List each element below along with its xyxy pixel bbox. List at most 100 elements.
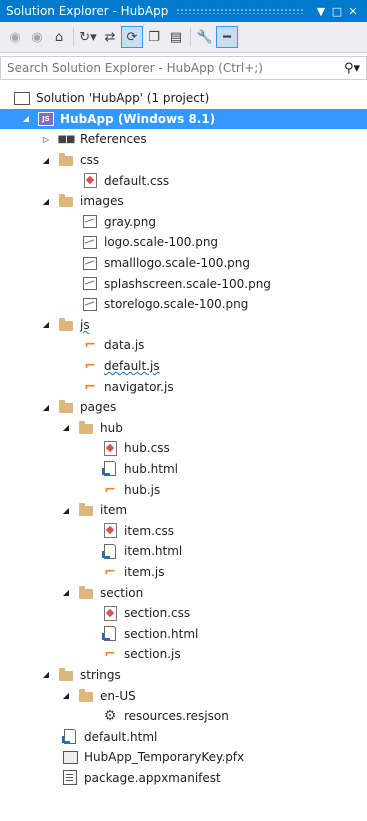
css-file-icon (102, 605, 118, 621)
tree-item-file[interactable]: hub.css (0, 438, 367, 459)
tree-item-file[interactable]: default.css (0, 170, 367, 191)
expanded-icon[interactable]: ◢ (20, 113, 32, 125)
tree-item-file[interactable]: ⚙ resources.resjson (0, 706, 367, 727)
html-file-icon (102, 461, 118, 477)
toolbar-separator (73, 28, 74, 46)
toolbar-separator (190, 28, 191, 46)
folder-icon (78, 502, 94, 518)
js-project-icon: JS (38, 111, 54, 127)
tree-item-file[interactable]: default.html (0, 726, 367, 747)
collapse-icon[interactable]: ❐ (143, 26, 165, 48)
forward-icon[interactable]: ◉ (26, 26, 48, 48)
preview-icon[interactable]: ━ (216, 26, 238, 48)
image-file-icon (82, 234, 98, 250)
pin-dropdown-icon[interactable]: ▼ (313, 5, 329, 18)
image-file-icon (82, 296, 98, 312)
tree-item-file[interactable]: hub.html (0, 459, 367, 480)
tree-item-file[interactable]: smalllogo.scale-100.png (0, 253, 367, 274)
folder-icon (78, 585, 94, 601)
close-icon[interactable]: ✕ (345, 5, 361, 18)
css-file-icon (82, 173, 98, 189)
home-icon[interactable]: ⌂ (48, 26, 70, 48)
html-file-icon (102, 626, 118, 642)
refresh-icon[interactable]: ⟳ (121, 26, 143, 48)
js-file-icon: ⌐ (104, 646, 116, 663)
expanded-icon[interactable]: ◢ (40, 319, 52, 331)
tree-item-project[interactable]: ◢ JS HubApp (Windows 8.1) (0, 108, 367, 130)
tree-item-folder-pages[interactable]: ◢ pages (0, 397, 367, 418)
expanded-icon[interactable]: ◢ (40, 195, 52, 207)
references-icon: ■■ (57, 133, 76, 145)
solution-icon (14, 90, 30, 106)
tree-item-file[interactable]: ⌐ navigator.js (0, 376, 367, 397)
folder-icon (58, 193, 74, 209)
search-icon[interactable]: ⚲▾ (344, 61, 360, 76)
search-box: ⚲▾ (0, 56, 367, 80)
html-file-icon (102, 543, 118, 559)
js-file-icon: ⌐ (84, 378, 96, 395)
js-file-icon: ⌐ (104, 481, 116, 498)
folder-icon (58, 317, 74, 333)
tree-item-file[interactable]: item.css (0, 520, 367, 541)
tree-item-solution[interactable]: Solution 'HubApp' (1 project) (0, 88, 367, 109)
resource-file-icon: ⚙ (103, 708, 117, 725)
maximize-icon[interactable]: □ (329, 5, 345, 18)
solution-tree: Solution 'HubApp' (1 project) ◢ JS HubAp… (0, 80, 367, 788)
html-file-icon (62, 729, 78, 745)
tree-item-file[interactable]: logo.scale-100.png (0, 232, 367, 253)
tree-item-folder-js[interactable]: ◢ js (0, 315, 367, 336)
toolbar: ◉ ◉ ⌂ ↻▾ ⇄ ⟳ ❐ ▤ 🔧 ━ (0, 22, 367, 53)
collapsed-icon[interactable]: ▷ (40, 133, 52, 145)
title-grip[interactable] (176, 8, 305, 14)
tree-item-folder-en-us[interactable]: ◢ en-US (0, 685, 367, 706)
folder-icon (78, 420, 94, 436)
js-file-icon: ⌐ (84, 337, 96, 354)
properties-icon[interactable]: 🔧 (194, 26, 216, 48)
tree-item-file[interactable]: ⌐ hub.js (0, 479, 367, 500)
image-file-icon (82, 276, 98, 292)
tree-item-file[interactable]: item.html (0, 541, 367, 562)
tree-item-file[interactable]: splashscreen.scale-100.png (0, 273, 367, 294)
sync-icon[interactable]: ⇄ (99, 26, 121, 48)
tree-item-file[interactable]: HubApp_TemporaryKey.pfx (0, 747, 367, 768)
expanded-icon[interactable]: ◢ (40, 154, 52, 166)
tree-item-folder-css[interactable]: ◢ css (0, 150, 367, 171)
tree-item-file[interactable]: package.appxmanifest (0, 768, 367, 789)
css-file-icon (102, 523, 118, 539)
js-file-icon: ⌐ (104, 563, 116, 580)
tree-item-file[interactable]: ⌐ data.js (0, 335, 367, 356)
tree-item-file[interactable]: ⌐ item.js (0, 562, 367, 583)
window-title: Solution Explorer - HubApp (6, 4, 169, 18)
tree-item-file[interactable]: section.html (0, 623, 367, 644)
image-file-icon (82, 255, 98, 271)
expanded-icon[interactable]: ◢ (60, 690, 72, 702)
image-file-icon (82, 214, 98, 230)
tree-item-file[interactable]: section.css (0, 603, 367, 624)
tree-item-folder-section[interactable]: ◢ section (0, 582, 367, 603)
expanded-icon[interactable]: ◢ (60, 422, 72, 434)
tree-item-folder-strings[interactable]: ◢ strings (0, 665, 367, 686)
folder-icon (58, 667, 74, 683)
manifest-file-icon (62, 770, 78, 786)
folder-icon (58, 152, 74, 168)
expanded-icon[interactable]: ◢ (60, 504, 72, 516)
tree-item-file[interactable]: gray.png (0, 212, 367, 233)
tree-item-references[interactable]: ▷ ■■ References (0, 129, 367, 150)
tree-item-folder-images[interactable]: ◢ images (0, 191, 367, 212)
css-file-icon (102, 440, 118, 456)
expanded-icon[interactable]: ◢ (40, 401, 52, 413)
back-icon[interactable]: ◉ (4, 26, 26, 48)
js-file-icon: ⌐ (84, 358, 96, 375)
tree-item-folder-item[interactable]: ◢ item (0, 500, 367, 521)
history-icon[interactable]: ↻▾ (77, 26, 99, 48)
search-input[interactable] (7, 61, 344, 75)
tree-item-file[interactable]: ⌐ default.js (0, 356, 367, 377)
expanded-icon[interactable]: ◢ (40, 669, 52, 681)
show-all-icon[interactable]: ▤ (165, 26, 187, 48)
expanded-icon[interactable]: ◢ (60, 587, 72, 599)
certificate-file-icon (62, 749, 78, 765)
tree-item-file[interactable]: ⌐ section.js (0, 644, 367, 665)
title-bar: Solution Explorer - HubApp ▼ □ ✕ (0, 0, 367, 22)
tree-item-folder-hub[interactable]: ◢ hub (0, 418, 367, 439)
tree-item-file[interactable]: storelogo.scale-100.png (0, 294, 367, 315)
